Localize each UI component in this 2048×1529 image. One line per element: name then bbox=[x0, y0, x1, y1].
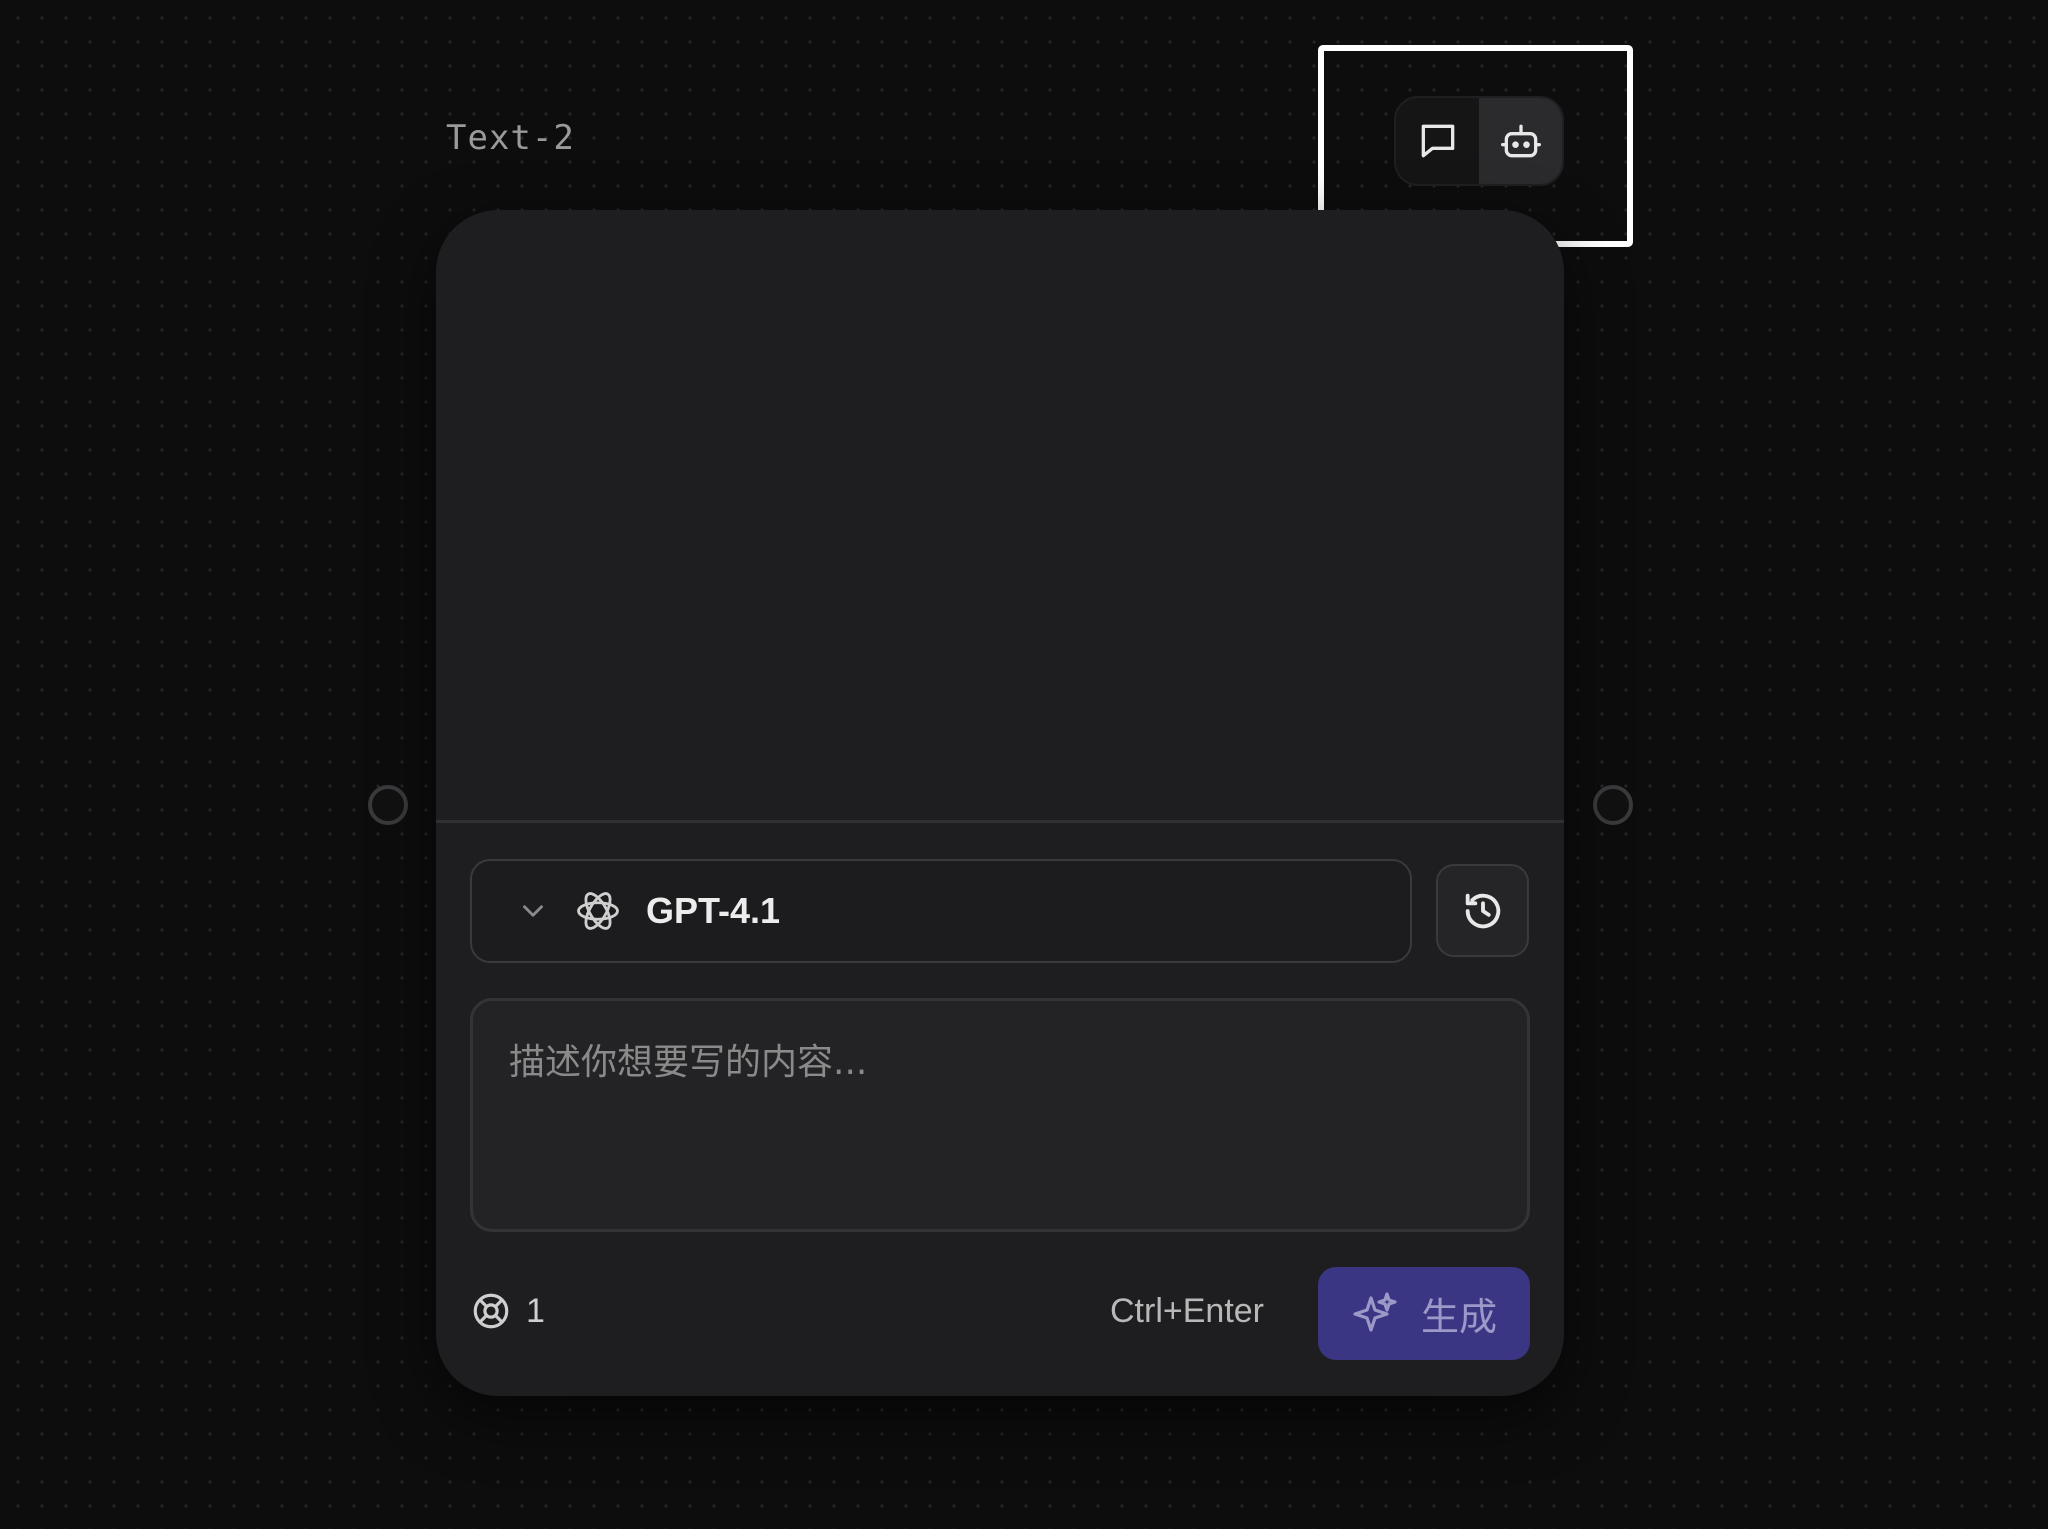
prompt-input[interactable] bbox=[509, 1033, 1491, 1197]
node-title: Text-2 bbox=[446, 118, 575, 158]
mode-toggle bbox=[1394, 96, 1564, 186]
robot-icon bbox=[1500, 124, 1541, 158]
prompt-box bbox=[470, 998, 1530, 1232]
output-area bbox=[436, 210, 1564, 823]
generate-label: 生成 bbox=[1420, 1295, 1497, 1339]
sparkle-icon bbox=[1353, 1291, 1397, 1332]
output-port[interactable] bbox=[1593, 785, 1633, 825]
openai-logo-icon bbox=[577, 892, 619, 930]
shortcut-hint: Ctrl+Enter bbox=[1110, 1292, 1264, 1330]
input-port[interactable] bbox=[368, 785, 408, 825]
history-button[interactable] bbox=[1436, 864, 1529, 957]
credit-indicator: 1 bbox=[470, 1290, 545, 1332]
chat-mode-button[interactable] bbox=[1396, 98, 1479, 184]
chevron-down-icon bbox=[523, 905, 543, 917]
model-name: GPT-4.1 bbox=[646, 890, 781, 931]
credit-icon bbox=[473, 1293, 509, 1329]
generate-button[interactable]: 生成 bbox=[1318, 1267, 1530, 1360]
history-icon bbox=[1465, 893, 1500, 928]
model-select[interactable]: GPT-4.1 bbox=[470, 859, 1412, 963]
chat-bubble-icon bbox=[1421, 124, 1454, 158]
agent-mode-button[interactable] bbox=[1479, 98, 1562, 184]
credit-count: 1 bbox=[526, 1291, 545, 1330]
